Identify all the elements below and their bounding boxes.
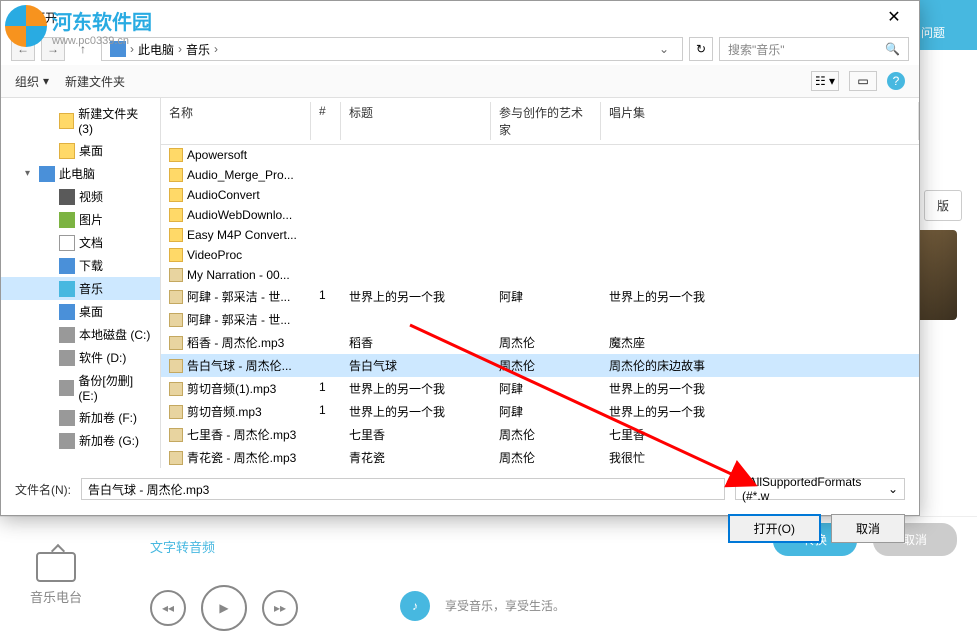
logo-url-text: www.pc0339.cn bbox=[52, 35, 152, 47]
col-name[interactable]: 名称 bbox=[161, 102, 311, 140]
file-row[interactable]: 告白气球 - 周杰伦...告白气球周杰伦周杰伦的床边故事 bbox=[161, 354, 919, 377]
tree-item[interactable]: 备份[勿删] (E:) bbox=[1, 369, 160, 406]
file-row[interactable]: 剪切音频(1).mp31世界上的另一个我阿肆世界上的另一个我 bbox=[161, 377, 919, 400]
file-row[interactable]: AudioConvert bbox=[161, 185, 919, 205]
tree-item[interactable]: 新加卷 (F:) bbox=[1, 406, 160, 429]
tree-item[interactable]: 本地磁盘 (C:) bbox=[1, 323, 160, 346]
file-open-dialog: 打开 ✕ ← → ↑ › 此电脑 › 音乐 › ⌄ ↻ 搜索"音乐" 🔍 组织 … bbox=[0, 0, 920, 516]
player-controls: ◂◂ ▶ ▸▸ bbox=[150, 585, 298, 631]
file-row[interactable]: 稻香 - 周杰伦.mp3稻香周杰伦魔杰座 bbox=[161, 331, 919, 354]
refresh-button[interactable]: ↻ bbox=[689, 37, 713, 61]
file-row[interactable]: My Narration - 00... bbox=[161, 265, 919, 285]
breadcrumb-dropdown[interactable]: ⌄ bbox=[654, 42, 674, 56]
tree-item[interactable]: 桌面 bbox=[1, 300, 160, 323]
tree-item[interactable]: 文档 bbox=[1, 231, 160, 254]
file-area: 名称 # 标题 参与创作的艺术家 唱片集 ApowersoftAudio_Mer… bbox=[161, 98, 919, 468]
preview-button[interactable]: ▭ bbox=[849, 71, 877, 91]
prev-button[interactable]: ◂◂ bbox=[150, 590, 186, 626]
logo-cn-text: 河东软件园 bbox=[52, 6, 152, 35]
breadcrumb-item[interactable]: 音乐 bbox=[186, 41, 210, 58]
tree-item[interactable]: 桌面 bbox=[1, 139, 160, 162]
search-placeholder: 搜索"音乐" bbox=[728, 41, 885, 58]
breadcrumb[interactable]: › 此电脑 › 音乐 › ⌄ bbox=[101, 37, 683, 61]
organize-menu[interactable]: 组织 ▾ bbox=[15, 73, 49, 90]
logo-watermark: 河东软件园 www.pc0339.cn bbox=[5, 5, 152, 47]
cancel-button[interactable]: 取消 bbox=[831, 514, 905, 543]
file-row[interactable]: Audio_Merge_Pro... bbox=[161, 165, 919, 185]
button-row: 打开(O) 取消 bbox=[15, 514, 905, 543]
file-row[interactable]: 青花瓷 - 周杰伦.mp3青花瓷周杰伦我很忙 bbox=[161, 446, 919, 468]
tree-item[interactable]: 图片 bbox=[1, 208, 160, 231]
tree-item[interactable]: 视频 bbox=[1, 185, 160, 208]
radio-section[interactable]: 音乐电台 bbox=[30, 552, 82, 606]
chevron-down-icon: ▾ bbox=[43, 74, 49, 88]
play-button[interactable]: ▶ bbox=[201, 585, 247, 631]
view-button[interactable]: ☷ ▾ bbox=[811, 71, 839, 91]
music-note-icon: ♪ bbox=[400, 591, 430, 621]
filename-input[interactable] bbox=[81, 478, 725, 500]
file-row[interactable]: AudioWebDownlo... bbox=[161, 205, 919, 225]
tree-item[interactable]: ▾此电脑 bbox=[1, 162, 160, 185]
bg-version-button[interactable]: 版 bbox=[924, 190, 962, 221]
file-row[interactable]: Apowersoft bbox=[161, 145, 919, 165]
player-slogan: 享受音乐，享受生活。 bbox=[445, 597, 565, 614]
format-select[interactable]: #AllSupportedFormats (#*.w⌄ bbox=[735, 478, 905, 500]
file-row[interactable]: 七里香 - 周杰伦.mp3七里香周杰伦七里香 bbox=[161, 423, 919, 446]
file-row[interactable]: 剪切音频.mp31世界上的另一个我阿肆世界上的另一个我 bbox=[161, 400, 919, 423]
tree-item[interactable]: 软件 (D:) bbox=[1, 346, 160, 369]
file-row[interactable]: 阿肆 - 郭采洁 - 世...1世界上的另一个我阿肆世界上的另一个我 bbox=[161, 285, 919, 308]
file-row[interactable]: Easy M4P Convert... bbox=[161, 225, 919, 245]
col-album[interactable]: 唱片集 bbox=[601, 102, 919, 140]
tree-item[interactable]: 下载 bbox=[1, 254, 160, 277]
toolbar: 组织 ▾ 新建文件夹 ☷ ▾ ▭ ? bbox=[1, 65, 919, 98]
breadcrumb-sep: › bbox=[214, 42, 218, 56]
open-button[interactable]: 打开(O) bbox=[728, 514, 821, 543]
next-button[interactable]: ▸▸ bbox=[262, 590, 298, 626]
breadcrumb-sep: › bbox=[178, 42, 182, 56]
filename-label: 文件名(N): bbox=[15, 481, 71, 498]
radio-label: 音乐电台 bbox=[30, 587, 82, 606]
col-title[interactable]: 标题 bbox=[341, 102, 491, 140]
dialog-footer: 文件名(N): #AllSupportedFormats (#*.w⌄ 打开(O… bbox=[1, 468, 919, 553]
dialog-body: 新建文件夹 (3)桌面▾此电脑视频图片文档下载音乐桌面本地磁盘 (C:)软件 (… bbox=[1, 98, 919, 468]
help-button[interactable]: ? bbox=[887, 72, 905, 90]
col-artist[interactable]: 参与创作的艺术家 bbox=[491, 102, 601, 140]
close-button[interactable]: ✕ bbox=[879, 7, 909, 27]
radio-icon bbox=[36, 552, 76, 582]
dialog-title: 打开 bbox=[33, 9, 879, 26]
col-num[interactable]: # bbox=[311, 102, 341, 140]
tree-item[interactable]: 新建文件夹 (3) bbox=[1, 102, 160, 139]
file-list: ApowersoftAudio_Merge_Pro...AudioConvert… bbox=[161, 145, 919, 468]
filename-row: 文件名(N): #AllSupportedFormats (#*.w⌄ bbox=[15, 478, 905, 500]
tree-item[interactable]: 新加卷 (G:) bbox=[1, 429, 160, 452]
file-row[interactable]: 阿肆 - 郭采洁 - 世... bbox=[161, 308, 919, 331]
logo-icon bbox=[5, 5, 47, 47]
column-headers: 名称 # 标题 参与创作的艺术家 唱片集 bbox=[161, 98, 919, 145]
sidebar-tree: 新建文件夹 (3)桌面▾此电脑视频图片文档下载音乐桌面本地磁盘 (C:)软件 (… bbox=[1, 98, 161, 468]
tree-item[interactable]: 音乐 bbox=[1, 277, 160, 300]
search-box[interactable]: 搜索"音乐" 🔍 bbox=[719, 37, 909, 61]
new-folder-button[interactable]: 新建文件夹 bbox=[65, 73, 125, 90]
file-row[interactable]: VideoProc bbox=[161, 245, 919, 265]
search-icon: 🔍 bbox=[885, 42, 900, 56]
